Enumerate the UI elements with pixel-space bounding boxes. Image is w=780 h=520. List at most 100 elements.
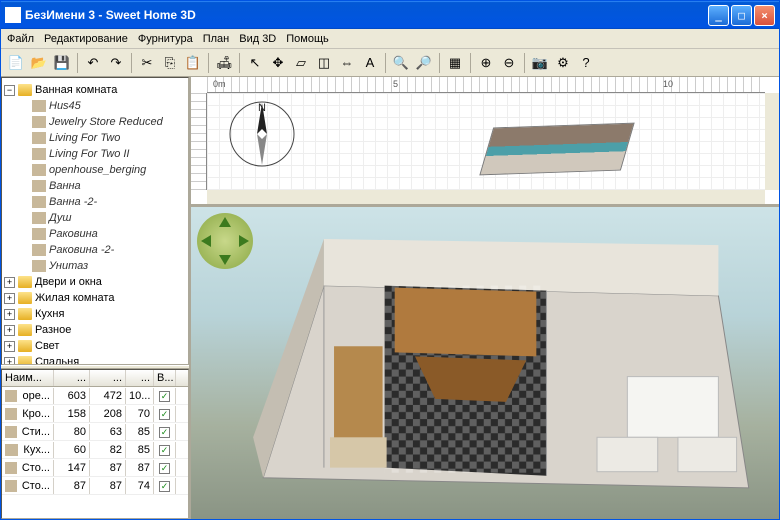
cell: 60 xyxy=(54,442,90,458)
minimize-button[interactable]: _ xyxy=(708,5,729,26)
tree-item[interactable]: openhouse_berging xyxy=(18,162,186,178)
nav-down-icon[interactable] xyxy=(219,255,231,265)
cell: 87 xyxy=(90,478,126,494)
column-header[interactable]: В... xyxy=(154,370,176,386)
expand-icon[interactable]: + xyxy=(4,309,15,320)
scrollbar-horizontal[interactable] xyxy=(207,190,765,204)
undo-button[interactable]: ↶ xyxy=(82,52,104,74)
select-icon: ↖ xyxy=(250,55,261,71)
tree-item[interactable]: Раковина -2- xyxy=(18,242,186,258)
help-button[interactable]: ? xyxy=(575,52,597,74)
expand-icon[interactable]: + xyxy=(4,325,15,336)
expand-icon[interactable]: + xyxy=(4,293,15,304)
copy-button[interactable]: ⎘ xyxy=(159,52,181,74)
zoom-in-button[interactable]: ⊕ xyxy=(475,52,497,74)
menu-Файл[interactable]: Файл xyxy=(7,33,34,45)
menu-Вид 3D[interactable]: Вид 3D xyxy=(239,33,276,45)
close-button[interactable]: × xyxy=(754,5,775,26)
table-row[interactable]: Кух...608285✓ xyxy=(2,441,188,459)
menu-Редактирование[interactable]: Редактирование xyxy=(44,33,128,45)
furniture-icon xyxy=(5,480,17,492)
redo-button[interactable]: ↷ xyxy=(105,52,127,74)
plan-view[interactable]: 0m510 N xyxy=(191,77,779,207)
tree-root[interactable]: −Ванная комната xyxy=(4,82,186,98)
table-row[interactable]: Сти...806385✓ xyxy=(2,423,188,441)
toggle-grid-icon: ▦ xyxy=(449,55,461,71)
tree-category[interactable]: +Свет xyxy=(4,338,186,354)
tree-item[interactable]: Душ xyxy=(18,210,186,226)
create-wall-button[interactable]: ▱ xyxy=(290,52,312,74)
ruler-mark: 10 xyxy=(663,79,673,89)
tree-category[interactable]: +Жилая комната xyxy=(4,290,186,306)
visible-checkbox[interactable]: ✓ xyxy=(159,427,170,438)
column-header[interactable]: ... xyxy=(54,370,90,386)
visible-checkbox[interactable]: ✓ xyxy=(159,445,170,456)
new-file-icon: 📄 xyxy=(8,55,24,71)
expand-icon[interactable]: + xyxy=(4,357,15,366)
table-row[interactable]: Сто...878774✓ xyxy=(2,477,188,495)
visible-checkbox[interactable]: ✓ xyxy=(159,391,170,402)
select-button[interactable]: ↖ xyxy=(244,52,266,74)
create-text-button[interactable]: A xyxy=(359,52,381,74)
tree-category[interactable]: + Спальня xyxy=(4,354,186,365)
tree-category[interactable]: +Кухня xyxy=(4,306,186,322)
furniture-table[interactable]: Наим............В... ope...60347210...✓К… xyxy=(1,369,189,519)
menu-Помощь[interactable]: Помощь xyxy=(286,33,329,45)
tree-item[interactable]: Унитаз xyxy=(18,258,186,274)
save-button[interactable]: 💾 xyxy=(51,52,73,74)
menu-Фурнитура[interactable]: Фурнитура xyxy=(138,33,193,45)
tree-item[interactable]: Раковина xyxy=(18,226,186,242)
tree-item[interactable]: Ванна -2- xyxy=(18,194,186,210)
table-row[interactable]: Кро...15820870✓ xyxy=(2,405,188,423)
camera-button[interactable]: 📷 xyxy=(529,52,551,74)
tree-item[interactable]: Ванна xyxy=(18,178,186,194)
menu-План[interactable]: План xyxy=(203,33,230,45)
tree-item[interactable]: Jewelry Store Reduced xyxy=(18,114,186,130)
folder-icon xyxy=(18,292,32,304)
table-row[interactable]: Сто...1478787✓ xyxy=(2,459,188,477)
tree-item[interactable]: Hus45 xyxy=(18,98,186,114)
pan-button[interactable]: ✥ xyxy=(267,52,289,74)
tree-item[interactable]: Living For Two xyxy=(18,130,186,146)
tree-item[interactable]: Living For Two II xyxy=(18,146,186,162)
expand-icon[interactable]: + xyxy=(4,341,15,352)
column-header[interactable]: ... xyxy=(90,370,126,386)
zoom-plus-button[interactable]: 🔍 xyxy=(390,52,412,74)
visible-checkbox[interactable]: ✓ xyxy=(159,463,170,474)
toolbar-separator xyxy=(470,53,471,73)
3d-view[interactable] xyxy=(191,207,779,519)
cut-icon: ✂ xyxy=(142,55,153,71)
furniture-tree[interactable]: −Ванная комнатаHus45Jewelry Store Reduce… xyxy=(1,77,189,365)
tree-category[interactable]: +Разное xyxy=(4,322,186,338)
expand-icon[interactable]: + xyxy=(4,277,15,288)
toggle-grid-button[interactable]: ▦ xyxy=(444,52,466,74)
scrollbar-vertical[interactable] xyxy=(765,93,779,190)
maximize-button[interactable]: □ xyxy=(731,5,752,26)
visible-checkbox[interactable]: ✓ xyxy=(159,409,170,420)
new-file-button[interactable]: 📄 xyxy=(5,52,27,74)
table-row[interactable]: ope...60347210...✓ xyxy=(2,387,188,405)
nav-up-icon[interactable] xyxy=(219,217,231,227)
plan-canvas[interactable]: N xyxy=(207,93,765,190)
tree-category[interactable]: +Двери и окна xyxy=(4,274,186,290)
zoom-minus-button[interactable]: 🔎 xyxy=(413,52,435,74)
open-button[interactable]: 📂 xyxy=(28,52,50,74)
preferences-button[interactable]: ⚙ xyxy=(552,52,574,74)
compass-icon[interactable]: N xyxy=(227,99,297,169)
create-dimension-button[interactable]: ⇔ xyxy=(336,52,358,74)
collapse-icon[interactable]: − xyxy=(4,85,15,96)
paste-button[interactable]: 📋 xyxy=(182,52,204,74)
visible-checkbox[interactable]: ✓ xyxy=(159,481,170,492)
3d-render[interactable] xyxy=(243,235,769,518)
add-furniture-button[interactable]: 🛋 xyxy=(213,52,235,74)
column-header[interactable]: ... xyxy=(126,370,154,386)
column-header[interactable]: Наим... xyxy=(2,370,54,386)
cut-button[interactable]: ✂ xyxy=(136,52,158,74)
tree-label: Спальня xyxy=(35,356,79,365)
furniture-icon xyxy=(5,390,17,402)
create-room-button[interactable]: ◫ xyxy=(313,52,335,74)
plan-model-preview[interactable] xyxy=(479,123,634,176)
zoom-out-button[interactable]: ⊖ xyxy=(498,52,520,74)
nav-left-icon[interactable] xyxy=(201,235,211,247)
furniture-icon xyxy=(5,444,18,456)
